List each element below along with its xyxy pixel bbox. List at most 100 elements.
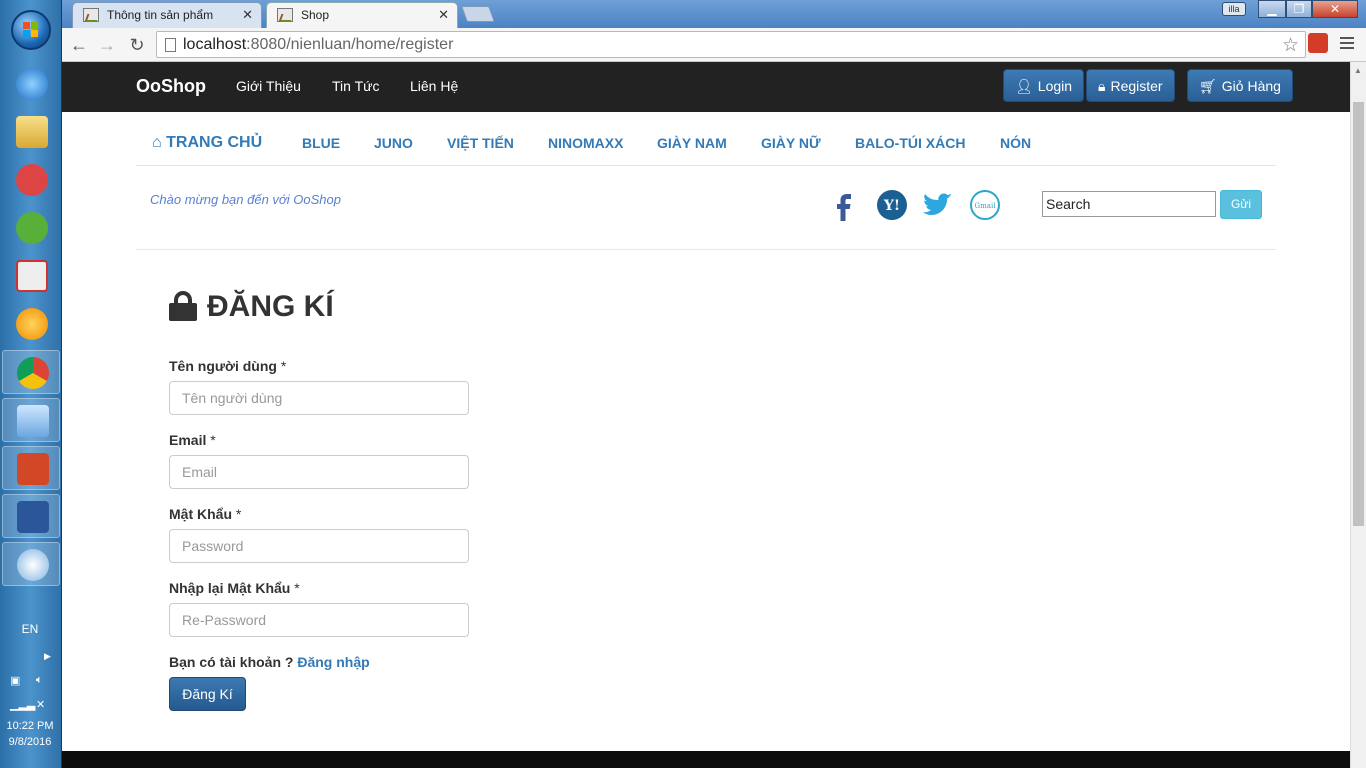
scroll-thumb[interactable] [1353, 102, 1364, 526]
internet-explorer-icon [16, 68, 48, 100]
nav-link-contact[interactable]: Liên Hệ [410, 78, 458, 94]
system-clock[interactable]: 10:22 PM 9/8/2016 [0, 718, 60, 750]
cart-button[interactable]: 🛒︎ Giỏ Hàng [1187, 69, 1293, 102]
taskbar-ie[interactable] [2, 62, 60, 106]
required-mark: * [280, 358, 287, 374]
nav-link-about[interactable]: Giới Thiệu [236, 78, 301, 94]
category-juno[interactable]: JUNO [374, 135, 413, 151]
close-tab-icon[interactable]: ✕ [438, 7, 449, 23]
taskbar-powerpoint[interactable] [2, 446, 60, 490]
virtualbox-icon [17, 405, 49, 437]
tray-app-icon[interactable]: ▣ [10, 674, 24, 688]
file-explorer-icon [16, 116, 48, 148]
address-bar[interactable]: localhost:8080/nienluan/home/register ☆ [156, 31, 1306, 58]
category-blue[interactable]: BLUE [302, 135, 340, 151]
chrome-menu-icon[interactable] [1338, 34, 1356, 52]
back-arrow-icon[interactable]: ← [68, 34, 90, 56]
tray-expand-icon[interactable]: ▶ [44, 651, 51, 662]
account-question: Bạn có tài khoản ? Đăng nhập [169, 654, 370, 670]
tab-title: Thông tin sản phẩm [107, 8, 214, 22]
user-icon: 👤︎ [1015, 78, 1033, 94]
register-button[interactable]: 🔒︎ Register [1086, 69, 1175, 102]
nav-link-news[interactable]: Tin Tức [332, 78, 380, 94]
taskbar-unikey[interactable] [2, 254, 60, 298]
taskbar-app[interactable] [2, 206, 60, 250]
gmail-icon[interactable]: Gmail [968, 188, 1002, 222]
signal-icon[interactable]: ▁▂▃ [10, 698, 35, 712]
login-link[interactable]: Đăng nhập [297, 654, 369, 670]
minimize-button[interactable]: ▁ [1258, 0, 1286, 18]
category-viet-tien[interactable]: VIỆT TIẾN [447, 135, 514, 151]
start-button[interactable] [11, 10, 51, 50]
favicon-icon [277, 8, 293, 22]
category-ninomaxx[interactable]: NINOMAXX [548, 135, 623, 151]
forward-arrow-icon[interactable]: → [96, 34, 118, 56]
bookmark-star-icon[interactable]: ☆ [1282, 34, 1299, 57]
page-title-text: ĐĂNG KÍ [207, 290, 334, 323]
chrome-icon [17, 357, 49, 389]
taskbar-word[interactable] [2, 494, 60, 538]
page-scrollbar[interactable]: ▲ [1350, 62, 1366, 768]
taskbar-chrome[interactable] [2, 350, 60, 394]
favicon-icon [83, 8, 99, 22]
nav-home[interactable]: ⌂ TRANG CHỦ [152, 134, 262, 152]
extension-icon[interactable] [1308, 33, 1328, 53]
close-window-button[interactable]: ✕ [1312, 0, 1358, 18]
email-input[interactable] [169, 455, 469, 489]
taskbar-paint[interactable] [2, 542, 60, 586]
clock-time: 10:22 PM [6, 720, 54, 732]
svg-text:Y!: Y! [883, 198, 900, 214]
register-submit-button[interactable]: Đăng Kí [169, 677, 246, 711]
category-balo[interactable]: BALO-TÚI XÁCH [855, 135, 965, 151]
close-tab-icon[interactable]: ✕ [242, 7, 253, 23]
tab-title: Shop [301, 8, 330, 22]
page-viewport: OoShop Giới Thiệu Tin Tức Liên Hệ 👤︎ Logi… [62, 62, 1350, 768]
password-input[interactable] [169, 529, 469, 563]
app-icon [16, 212, 48, 244]
top-navbar: OoShop Giới Thiệu Tin Tức Liên Hệ 👤︎ Logi… [62, 62, 1350, 112]
word-icon [17, 501, 49, 533]
language-indicator[interactable]: EN [0, 622, 60, 636]
svg-text:Gmail: Gmail [975, 202, 997, 210]
category-non[interactable]: NÓN [1000, 135, 1031, 151]
taskbar-media[interactable] [2, 302, 60, 346]
media-player-icon [16, 308, 48, 340]
taskbar-snipping[interactable] [2, 158, 60, 202]
taskbar-virtualbox[interactable] [2, 398, 60, 442]
header-divider [136, 249, 1276, 250]
profile-badge[interactable]: illa [1222, 2, 1246, 16]
maximize-button[interactable]: ❐ [1286, 0, 1312, 18]
home-icon: ⌂ [152, 134, 162, 151]
email-label: Email * [169, 432, 216, 448]
tab-product-info[interactable]: Thông tin sản phẩm ✕ [72, 2, 262, 28]
lock-icon [169, 291, 197, 321]
repassword-label: Nhập lại Mật Khẩu * [169, 580, 300, 596]
category-giay-nam[interactable]: GIÀY NAM [657, 135, 727, 151]
reload-icon[interactable]: ↻ [126, 34, 148, 56]
username-input[interactable] [169, 381, 469, 415]
username-label-text: Tên người dùng [169, 358, 277, 374]
login-button[interactable]: 👤︎ Login [1003, 69, 1085, 102]
search-input[interactable] [1042, 191, 1216, 217]
tab-shop[interactable]: Shop ✕ [266, 2, 458, 28]
repassword-input[interactable] [169, 603, 469, 637]
search-submit-button[interactable]: Gửi [1220, 190, 1262, 219]
url-text[interactable]: localhost:8080/nienluan/home/register [183, 36, 453, 54]
twitter-icon[interactable] [921, 188, 955, 222]
network-icon[interactable]: ✕ [36, 698, 50, 712]
tab-strip: Thông tin sản phẩm ✕ Shop ✕ illa ▁ ❐ ✕ [62, 0, 1366, 28]
volume-icon[interactable]: 🔈︎ [36, 674, 50, 688]
windows-logo-icon [23, 22, 39, 38]
category-giay-nu[interactable]: GIÀY NỮ [761, 135, 821, 151]
yahoo-icon[interactable]: Y! [875, 188, 909, 222]
unikey-icon [16, 260, 48, 292]
site-brand[interactable]: OoShop [136, 76, 206, 97]
required-mark: * [210, 432, 216, 448]
required-mark: * [294, 580, 300, 596]
new-tab-button[interactable] [461, 6, 495, 22]
cart-icon: 🛒︎ [1199, 78, 1217, 94]
facebook-icon[interactable] [828, 188, 862, 222]
taskbar-explorer[interactable] [2, 110, 60, 154]
page-title: ĐĂNG KÍ [169, 290, 334, 324]
scroll-up-icon[interactable]: ▲ [1354, 66, 1362, 75]
